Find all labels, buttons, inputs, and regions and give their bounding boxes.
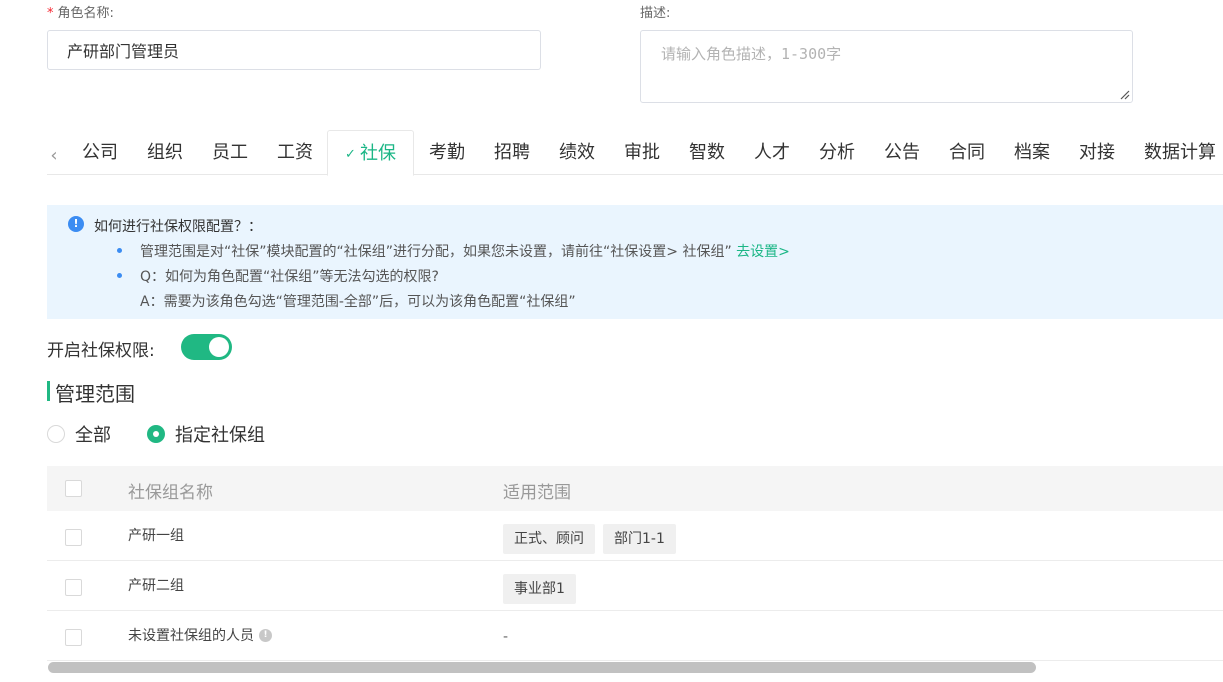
- info-icon: !: [68, 216, 84, 232]
- info-line-1-text: 管理范围是对“社保”模块配置的“社保组”进行分配，如果您未设置，请前往“社保设置…: [140, 244, 737, 260]
- select-all-checkbox[interactable]: [65, 480, 82, 497]
- role-name-label-text: 角色名称:: [57, 6, 114, 21]
- scope-tags: 正式、顾问 部门1-1: [503, 524, 684, 554]
- tab-social-security-label: 社保: [359, 143, 396, 164]
- group-name-text: 未设置社保组的人员: [128, 628, 254, 644]
- tab-social-security[interactable]: ✓ 社保: [327, 130, 414, 176]
- module-tabs: ‹ 公司 组织 员工 工资 ✓ 社保 考勤 招聘 绩效 审批 智数 人才 分析 公…: [47, 130, 1223, 176]
- description-label: 描述:: [640, 6, 671, 21]
- scope-tag: 部门1-1: [603, 524, 676, 554]
- section-accent-bar: [47, 381, 50, 401]
- tab-recruitment[interactable]: 招聘: [494, 130, 530, 175]
- bullet-dot: [117, 273, 122, 278]
- tab-company[interactable]: 公司: [82, 130, 118, 175]
- tab-contract[interactable]: 合同: [949, 130, 985, 175]
- tab-employee[interactable]: 员工: [212, 130, 248, 175]
- social-security-group-table: 社保组名称 适用范围 产研一组 正式、顾问 部门1-1 产研二组 事业部1 未设…: [47, 466, 1223, 661]
- tab-performance[interactable]: 绩效: [559, 130, 595, 175]
- role-name-input[interactable]: [47, 30, 541, 70]
- row-checkbox[interactable]: [65, 579, 82, 596]
- info-line-2: Q：如何为角色配置“社保组”等无法勾选的权限?: [140, 269, 439, 285]
- bullet-dot: [117, 248, 122, 253]
- table-row: 产研二组 事业部1: [47, 561, 1223, 611]
- description-textarea[interactable]: [640, 30, 1133, 103]
- row-checkbox[interactable]: [65, 529, 82, 546]
- tab-attendance[interactable]: 考勤: [429, 130, 465, 175]
- section-title: 管理范围: [55, 382, 135, 406]
- column-header-scope: 适用范围: [503, 483, 571, 503]
- check-icon: ✓: [345, 147, 356, 162]
- tab-salary[interactable]: 工资: [277, 130, 313, 175]
- scrollbar-thumb[interactable]: [48, 662, 1036, 673]
- scope-tag: 正式、顾问: [503, 524, 595, 554]
- group-name: 产研二组: [128, 578, 184, 594]
- help-icon[interactable]: !: [259, 628, 272, 642]
- info-line-3: A：需要为该角色勾选“管理范围-全部”后，可以为该角色配置“社保组”: [140, 294, 576, 310]
- radio-all[interactable]: 全部: [47, 423, 111, 446]
- info-line-1: 管理范围是对“社保”模块配置的“社保组”进行分配，如果您未设置，请前往“社保设置…: [140, 241, 790, 261]
- scope-tag: 事业部1: [503, 574, 576, 604]
- table-row: 产研一组 正式、顾问 部门1-1: [47, 511, 1223, 561]
- resize-grip-icon[interactable]: [1118, 88, 1130, 100]
- tab-data-calculation[interactable]: 数据计算: [1144, 130, 1216, 175]
- go-settings-link[interactable]: 去设置>: [736, 244, 790, 260]
- tab-analysis[interactable]: 分析: [819, 130, 855, 175]
- permission-toggle-switch[interactable]: [181, 334, 232, 360]
- permission-toggle-label: 开启社保权限:: [47, 341, 155, 361]
- tab-approval[interactable]: 审批: [624, 130, 660, 175]
- required-mark: *: [47, 6, 54, 21]
- radio-specified-circle[interactable]: [147, 425, 165, 443]
- toggle-knob: [209, 337, 229, 357]
- group-name-unassigned: 未设置社保组的人员!: [128, 625, 272, 645]
- group-name: 产研一组: [128, 528, 184, 544]
- table-row: 未设置社保组的人员! -: [47, 611, 1223, 661]
- tab-smart-data[interactable]: 智数: [689, 130, 725, 175]
- role-name-label: * 角色名称:: [47, 2, 114, 21]
- radio-all-circle[interactable]: [47, 425, 65, 443]
- radio-specified-group[interactable]: 指定社保组: [147, 423, 265, 446]
- tab-talent[interactable]: 人才: [754, 130, 790, 175]
- horizontal-scrollbar[interactable]: [47, 662, 1223, 674]
- radio-all-label: 全部: [75, 425, 111, 446]
- tab-scroll-prev-icon[interactable]: ‹: [47, 144, 61, 168]
- tab-integration[interactable]: 对接: [1079, 130, 1115, 175]
- info-title: 如何进行社保权限配置？：: [94, 219, 262, 235]
- tab-organization[interactable]: 组织: [147, 130, 183, 175]
- empty-scope: -: [503, 629, 509, 645]
- table-header: 社保组名称 适用范围: [47, 466, 1223, 511]
- info-box: ! 如何进行社保权限配置？： 管理范围是对“社保”模块配置的“社保组”进行分配，…: [47, 205, 1223, 319]
- radio-specified-label: 指定社保组: [175, 425, 265, 446]
- tab-archive[interactable]: 档案: [1014, 130, 1050, 175]
- scope-tags: 事业部1: [503, 574, 584, 604]
- tab-announcement[interactable]: 公告: [884, 130, 920, 175]
- row-checkbox[interactable]: [65, 629, 82, 646]
- column-header-name: 社保组名称: [128, 483, 213, 503]
